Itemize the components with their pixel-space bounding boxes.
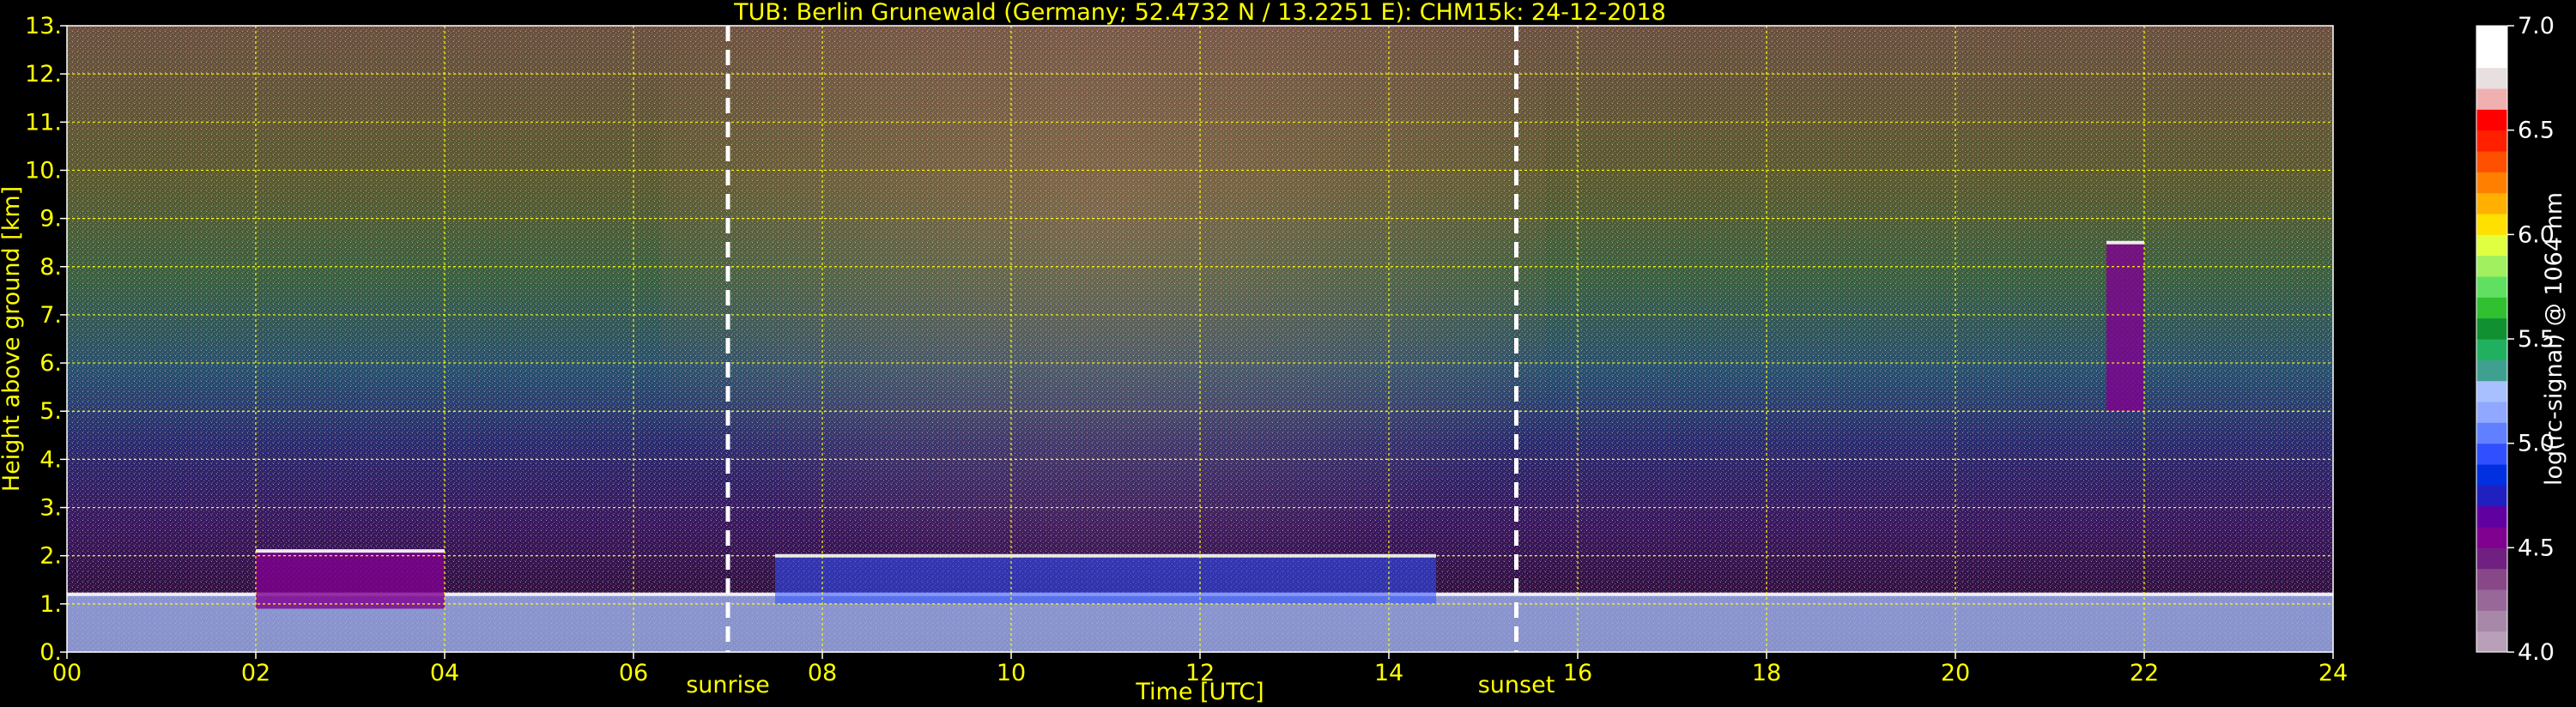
- y-axis-ticks: 0.1.2.3.4.5.6.7.8.9.10.11.12.13.: [25, 13, 67, 666]
- x-tick-label: 22: [2130, 660, 2159, 686]
- colorbar-tick-label: 6.5: [2518, 118, 2555, 144]
- colorbar-swatch: [2476, 360, 2507, 382]
- chart-title: TUB: Berlin Grunewald (Germany; 52.4732 …: [733, 0, 1666, 26]
- colorbar-swatch: [2476, 505, 2507, 528]
- colorbar-swatch: [2476, 26, 2507, 47]
- x-tick-label: 14: [1374, 660, 1403, 686]
- colorbar-swatch: [2476, 317, 2507, 340]
- colorbar-swatch: [2476, 255, 2507, 277]
- y-tick-label: 6.: [39, 350, 62, 377]
- colorbar-tick-label: 4.0: [2518, 639, 2555, 666]
- colorbar-swatch: [2476, 527, 2507, 548]
- colorbar-swatch: [2476, 67, 2507, 89]
- x-tick-label: 08: [808, 660, 837, 686]
- x-tick-label: 18: [1752, 660, 1781, 686]
- sunrise-label: sunrise: [686, 672, 770, 698]
- y-tick-label: 11.: [25, 109, 62, 136]
- colorbar-swatch: [2476, 610, 2507, 632]
- feature-cloud-2: [2106, 242, 2144, 412]
- colorbar-swatch: [2476, 234, 2507, 257]
- y-tick-label: 12.: [25, 61, 62, 88]
- colorbar-swatch: [2476, 130, 2507, 152]
- colorbar-swatch: [2476, 464, 2507, 486]
- x-tick-label: 24: [2318, 660, 2348, 686]
- colorbar-swatch: [2476, 214, 2507, 235]
- y-tick-label: 9.: [39, 206, 62, 233]
- y-tick-label: 5.: [39, 398, 62, 425]
- y-axis-label: Height above ground [km]: [0, 186, 25, 492]
- colorbar-swatch: [2476, 422, 2507, 444]
- x-tick-label: 10: [997, 660, 1026, 686]
- x-axis-label: Time [UTC]: [1135, 679, 1264, 705]
- colorbar-swatch: [2476, 485, 2507, 507]
- y-tick-label: 3.: [39, 495, 62, 522]
- colorbar-swatch: [2476, 46, 2507, 69]
- colorbar-swatch: [2476, 547, 2507, 570]
- colorbar-swatch: [2476, 172, 2507, 194]
- colorbar-swatch: [2476, 109, 2507, 131]
- y-tick-label: 10.: [25, 157, 62, 184]
- x-tick-label: 00: [52, 660, 82, 686]
- colorbar-swatch: [2476, 589, 2507, 611]
- y-tick-label: 4.: [39, 446, 62, 473]
- feature-aerosol-layer-3: [775, 555, 1436, 604]
- x-tick-label: 02: [241, 660, 270, 686]
- lidar-quicklook-chart: sunrise sunset 0.1.2.3.4.5.6.7.8.9.10.11.…: [0, 0, 2567, 705]
- colorbar-label: log(rc-signal) @ 1064 nm: [2541, 192, 2567, 486]
- x-tick-label: 06: [619, 660, 648, 686]
- colorbar-tick-label: 7.0: [2518, 13, 2555, 39]
- y-tick-label: 7.: [39, 302, 62, 329]
- y-tick-label: 2.: [39, 543, 62, 570]
- y-tick-label: 8.: [39, 254, 62, 281]
- sunset-label: sunset: [1478, 672, 1555, 698]
- colorbar-swatch: [2476, 276, 2507, 298]
- y-tick-label: 1.: [39, 591, 62, 618]
- x-tick-label: 04: [430, 660, 459, 686]
- colorbar-swatch: [2476, 631, 2507, 653]
- x-tick-label: 20: [1941, 660, 1970, 686]
- feature-cloud-1: [256, 551, 445, 609]
- x-tick-label: 16: [1563, 660, 1592, 686]
- colorbar-swatch: [2476, 151, 2507, 172]
- colorbar-swatch: [2476, 568, 2507, 590]
- colorbar-swatch: [2476, 88, 2507, 110]
- colorbar-swatch: [2476, 339, 2507, 360]
- colorbar-swatch: [2476, 443, 2507, 465]
- colorbar-swatch: [2476, 192, 2507, 215]
- colorbar-swatch: [2476, 297, 2507, 319]
- colorbar-swatch: [2476, 380, 2507, 402]
- y-tick-label: 13.: [25, 13, 62, 39]
- colorbar-swatch: [2476, 402, 2507, 423]
- plot-area: sunrise sunset: [66, 25, 2334, 698]
- colorbar-tick-label: 4.5: [2518, 535, 2555, 561]
